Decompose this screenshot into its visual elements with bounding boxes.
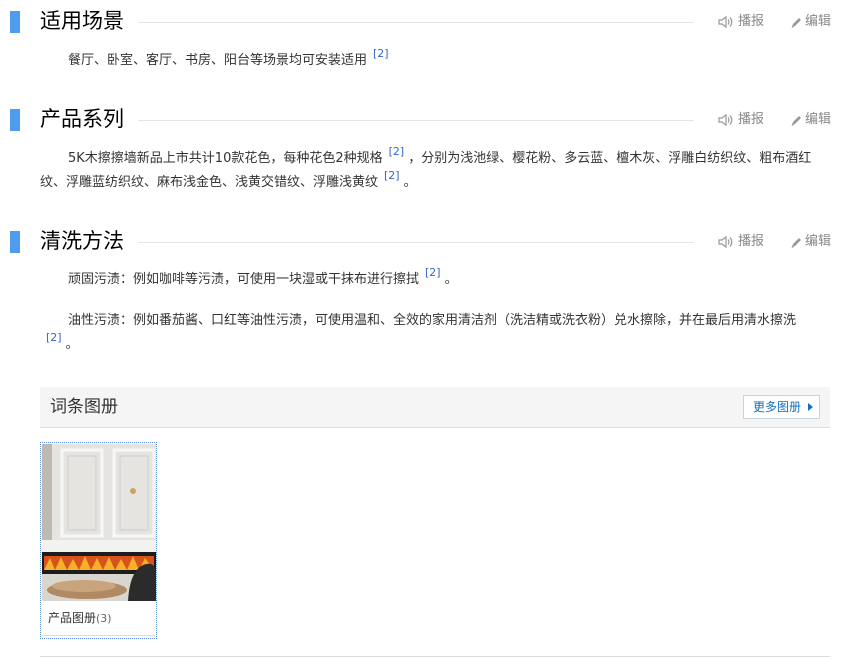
play-button[interactable]: 播报 [718, 112, 764, 128]
play-button[interactable]: 播报 [718, 234, 764, 250]
pencil-icon [791, 237, 801, 248]
more-albums-button[interactable]: 更多图册 [742, 395, 820, 419]
paragraph: 顽固污渍：例如咖啡等污渍，可使用一块湿或干抹布进行擦拭 [2]。 [40, 266, 832, 292]
album-stack-edge [42, 632, 155, 636]
section-accent-bar [10, 11, 20, 33]
reference-link[interactable]: [2] [425, 266, 441, 279]
play-label: 播报 [738, 234, 765, 249]
paragraph-text: 油性污渍：例如番茄酱、口红等油性污渍，可使用温和、全效的家用清洁剂（洗洁精或洗衣… [68, 313, 797, 328]
living-room-photo [42, 444, 156, 601]
paragraph-text: 顽固污渍：例如咖啡等污渍，可使用一块湿或干抹布进行擦拭 [68, 272, 420, 287]
play-label: 播报 [738, 14, 765, 29]
reference-link[interactable]: [2] [46, 331, 62, 344]
section-divider [138, 120, 694, 121]
reference-link[interactable]: [2] [373, 47, 389, 60]
section-bottom-divider [40, 656, 830, 657]
paragraph: 餐厅、卧室、客厅、书房、阳台等场景均可安装适用 [2] [40, 47, 832, 73]
section-divider [138, 242, 694, 243]
play-label: 播报 [738, 112, 765, 127]
section-cleaning: 清洗方法 播报 编辑 [0, 226, 857, 258]
album-caption: 产品图册(3) [48, 609, 112, 626]
album-header: 词条图册 更多图册 [40, 387, 830, 428]
pencil-icon [791, 17, 801, 28]
edit-button[interactable]: 编辑 [790, 14, 831, 30]
section-header: 产品系列 播报 编辑 [0, 104, 857, 136]
section-product-series: 产品系列 播报 编辑 [0, 104, 857, 136]
speaker-icon [718, 113, 733, 127]
edit-label: 编辑 [805, 112, 832, 127]
section-accent-bar [10, 231, 20, 253]
play-button[interactable]: 播报 [718, 14, 764, 30]
section-title: 产品系列 [40, 104, 132, 134]
section-header: 适用场景 播报 编辑 [0, 6, 857, 38]
album-caption-text: 产品图册 [48, 611, 97, 625]
page: 适用场景 播报 编辑 餐厅、卧室、客厅、书房、阳台等场景均可安装适用 [2] 产… [0, 0, 857, 659]
section-divider [138, 22, 694, 23]
paragraph-text: 。 [444, 272, 458, 287]
edit-label: 编辑 [805, 14, 832, 29]
edit-button[interactable]: 编辑 [790, 234, 831, 250]
speaker-icon [718, 235, 733, 249]
album-card[interactable]: 产品图册(3) [40, 442, 157, 639]
reference-link[interactable]: [2] [384, 169, 400, 182]
more-albums-label: 更多图册 [752, 400, 801, 414]
section-header: 清洗方法 播报 编辑 [0, 226, 857, 258]
section-scenarios: 适用场景 播报 编辑 [0, 6, 857, 38]
pencil-icon [791, 115, 801, 126]
section-accent-bar [10, 109, 20, 131]
paragraph-text: 。 [65, 337, 79, 352]
paragraph: 油性污渍：例如番茄酱、口红等油性污渍，可使用温和、全效的家用清洁剂（洗洁精或洗衣… [40, 309, 832, 357]
speaker-icon [718, 15, 733, 29]
reference-link[interactable]: [2] [389, 145, 405, 158]
edit-button[interactable]: 编辑 [790, 112, 831, 128]
section-title: 适用场景 [40, 6, 132, 36]
section-title: 清洗方法 [40, 226, 132, 256]
album-cover-image[interactable] [42, 444, 156, 601]
edit-label: 编辑 [805, 234, 832, 249]
album-photo-count: (3) [96, 612, 112, 625]
paragraph: 5K木擦擦墙新品上市共计10款花色，每种花色2种规格 [2] ，分别为浅池绿、樱花粉… [40, 145, 832, 195]
paragraph-text: 。 [403, 175, 417, 190]
album-title: 词条图册 [50, 397, 118, 417]
paragraph-text: 餐厅、卧室、客厅、书房、阳台等场景均可安装适用 [68, 53, 368, 68]
paragraph-text: 5K木擦擦墙新品上市共计10款花色，每种花色2种规格 [68, 151, 383, 166]
caret-right-icon [808, 403, 813, 411]
